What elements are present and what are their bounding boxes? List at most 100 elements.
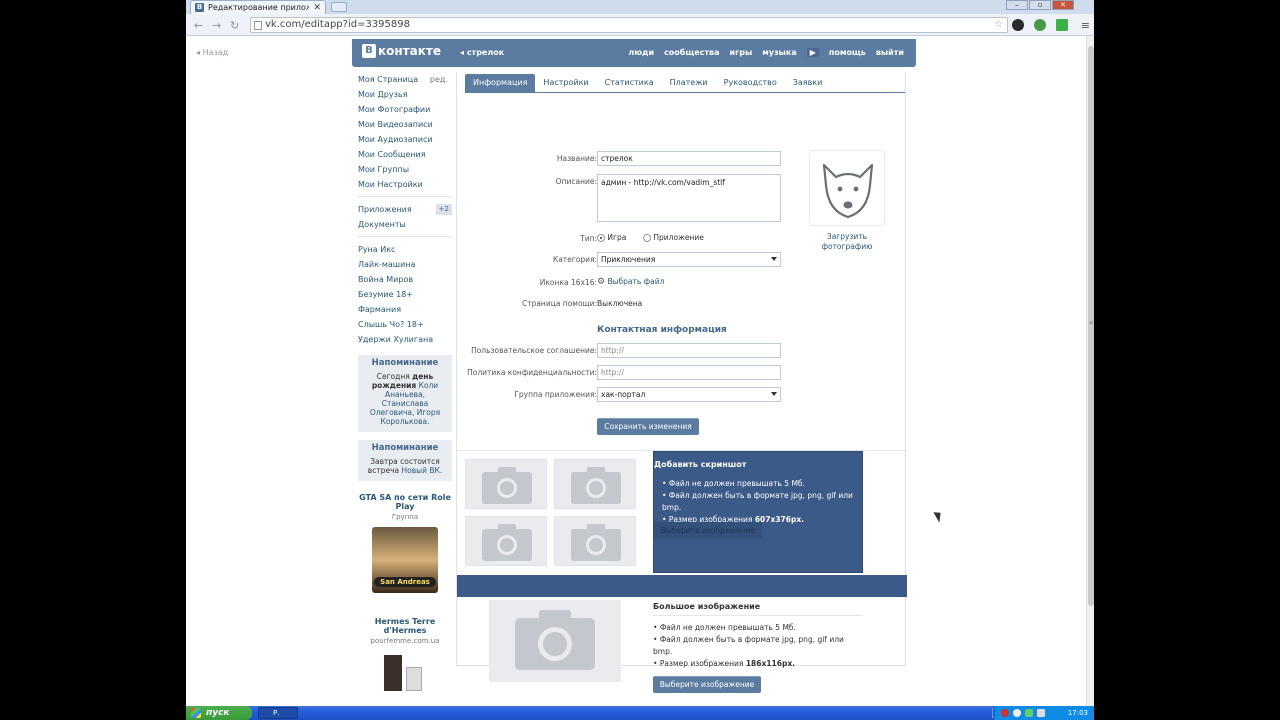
rule-item: Файл должен быть в формате jpg, png, gif… — [662, 490, 862, 514]
tab-payments[interactable]: Платежи — [662, 74, 716, 92]
ad-block-hermes[interactable]: Hermes Terre d'Hermes pourfemme.com.ua — [358, 617, 452, 691]
reload-icon[interactable]: ↻ — [230, 19, 239, 32]
choose-file-link[interactable]: ⚙ Выбрать файл — [597, 277, 664, 287]
rule-item: Файл должен быть в формате jpg, png, gif… — [653, 634, 863, 658]
tray-network-icon[interactable] — [1025, 709, 1033, 717]
sidebar-item-groups[interactable]: Мои Группы — [358, 162, 452, 177]
screenshot-placeholder[interactable] — [465, 516, 547, 566]
sidebar-app-item[interactable]: Безумие 18+ — [358, 287, 452, 302]
tab-guide[interactable]: Руководство — [716, 74, 785, 92]
nav-logout[interactable]: выйти — [876, 48, 904, 57]
music-play-icon[interactable]: ▶ — [806, 48, 819, 57]
meeting-link[interactable]: Новый ВК. — [402, 466, 443, 475]
help-page-value[interactable]: Выключена — [597, 299, 642, 308]
app-breadcrumb[interactable]: ◂ стрелок — [460, 48, 504, 57]
ad-image-perfume[interactable] — [380, 651, 430, 691]
back-link-label: Назад — [202, 48, 229, 57]
tab-stats[interactable]: Статистика — [597, 74, 662, 92]
type-label: Тип: — [580, 234, 597, 243]
top-nav: люди сообщества игры музыка ▶ помощь вый… — [628, 48, 904, 57]
description-textarea[interactable]: админ - http://vk.com/vadim_stlf — [597, 174, 781, 222]
nav-help[interactable]: помощь — [829, 48, 866, 57]
sidebar-app-item[interactable]: Удержи Хулигана — [358, 332, 452, 347]
category-label: Категория: — [552, 255, 597, 264]
sidebar-item-messages[interactable]: Мои Сообщения — [358, 147, 452, 162]
bookmark-star-icon[interactable]: ☆ — [994, 18, 1003, 32]
sidebar-item-my-page[interactable]: Моя Страница ред. — [358, 72, 452, 87]
nav-games[interactable]: игры — [730, 48, 753, 57]
page-scrollbar[interactable]: ≡ — [1086, 36, 1094, 706]
forward-arrow-icon[interactable]: → — [212, 19, 221, 32]
sidebar-item-videos[interactable]: Мои Видеозаписи — [358, 117, 452, 132]
scrollbar-thumb[interactable] — [1088, 46, 1094, 606]
signal-extension-icon[interactable] — [1056, 19, 1068, 31]
sidebar-item-photos[interactable]: Мои Фотографии — [358, 102, 452, 117]
size-text: Размер изображения — [659, 659, 744, 668]
name-input[interactable]: стрелок — [597, 151, 781, 166]
privacy-input[interactable]: http:// — [597, 365, 781, 380]
sidebar-item-documents[interactable]: Документы — [358, 217, 452, 232]
tab-info[interactable]: Информация — [465, 74, 536, 92]
nav-people[interactable]: люди — [628, 48, 654, 57]
sidebar-item-audio[interactable]: Мои Аудиозаписи — [358, 132, 452, 147]
scrollbar-grip-icon: ≡ — [1088, 319, 1094, 326]
sidebar-item-friends[interactable]: Мои Друзья — [358, 87, 452, 102]
terms-input[interactable]: http:// — [597, 343, 781, 358]
extension-icon[interactable] — [1012, 19, 1024, 31]
tray-app-icon[interactable] — [1013, 709, 1021, 717]
sidebar-app-item[interactable]: Слышь Чо? 18+ — [358, 317, 452, 332]
category-value: Приключения — [601, 255, 656, 264]
sidebar-app-item[interactable]: Фармания — [358, 302, 452, 317]
screenshots-section: Добавить скриншот Файл не должен превыша… — [457, 450, 907, 575]
apps-count-badge: +2 — [435, 204, 452, 215]
ad-image-gta[interactable]: San Andreas — [372, 527, 438, 593]
eye-extension-icon[interactable] — [1034, 19, 1046, 31]
choose-big-image-button[interactable]: Выберите изображение — [653, 676, 761, 693]
new-tab-button[interactable] — [331, 2, 347, 12]
browser-tab[interactable]: В Редактирование приложен ✕ — [190, 0, 326, 14]
page-icon — [254, 21, 262, 30]
close-window-icon[interactable]: ✕ — [1052, 0, 1074, 10]
sidebar-app-item[interactable]: Руна Икс — [358, 242, 452, 257]
vk-logo[interactable]: В контакте — [362, 44, 441, 58]
camera-icon — [571, 467, 621, 504]
minimize-icon[interactable]: – — [1006, 0, 1028, 10]
back-arrow-icon[interactable]: ← — [194, 19, 203, 32]
tab-settings[interactable]: Настройки — [535, 74, 596, 92]
edit-link[interactable]: ред. — [430, 72, 448, 87]
ad-block-gta[interactable]: GTA SA по сети Role Play Группа San Andr… — [358, 493, 452, 593]
back-link[interactable]: ◂ Назад — [196, 48, 228, 57]
tray-volume-icon[interactable] — [1037, 709, 1045, 717]
address-bar[interactable]: vk.com/editapp?id=3395898 ☆ — [250, 17, 1008, 33]
nav-communities[interactable]: сообщества — [664, 48, 719, 57]
screenshot-placeholder[interactable] — [554, 459, 636, 509]
tab-requests[interactable]: Заявки — [785, 74, 831, 92]
sidebar-app-item[interactable]: Война Миров — [358, 272, 452, 287]
browser-menu-icon[interactable]: ≡ — [1081, 19, 1090, 32]
close-tab-icon[interactable]: ✕ — [313, 3, 321, 13]
system-tray: 17:03 — [994, 706, 1094, 720]
tray-app-icon[interactable] — [1001, 709, 1009, 717]
choose-screenshot-button[interactable]: Выберите изображение — [654, 522, 762, 539]
nav-music[interactable]: музыка — [762, 48, 796, 57]
save-changes-button[interactable]: Сохранить изменения — [597, 418, 699, 435]
sidebar-item-apps[interactable]: Приложения +2 — [358, 202, 452, 217]
camera-icon — [482, 524, 532, 561]
maximize-icon[interactable]: ▫ — [1029, 0, 1051, 10]
start-button[interactable]: пуск — [186, 706, 252, 720]
sidebar-app-item[interactable]: Лайк-машина — [358, 257, 452, 272]
type-app-radio[interactable] — [643, 234, 652, 242]
dog-placeholder-icon — [822, 163, 874, 219]
category-select[interactable]: Приключения — [597, 252, 781, 267]
app-group-select[interactable]: хак-портал — [597, 387, 781, 402]
screenshot-placeholder[interactable] — [554, 516, 636, 566]
big-image-placeholder[interactable] — [489, 600, 621, 682]
sidebar-item-settings[interactable]: Мои Настройки — [358, 177, 452, 192]
reminder-text: Сегодня — [376, 372, 410, 381]
upload-photo-link[interactable]: Загрузить фотографию — [809, 232, 885, 252]
type-game-radio[interactable] — [597, 234, 605, 242]
taskbar-chrome-item[interactable]: Р. — [258, 707, 298, 719]
app-avatar[interactable] — [809, 150, 885, 226]
screenshot-placeholder[interactable] — [465, 459, 547, 509]
selection-bar — [457, 575, 907, 597]
